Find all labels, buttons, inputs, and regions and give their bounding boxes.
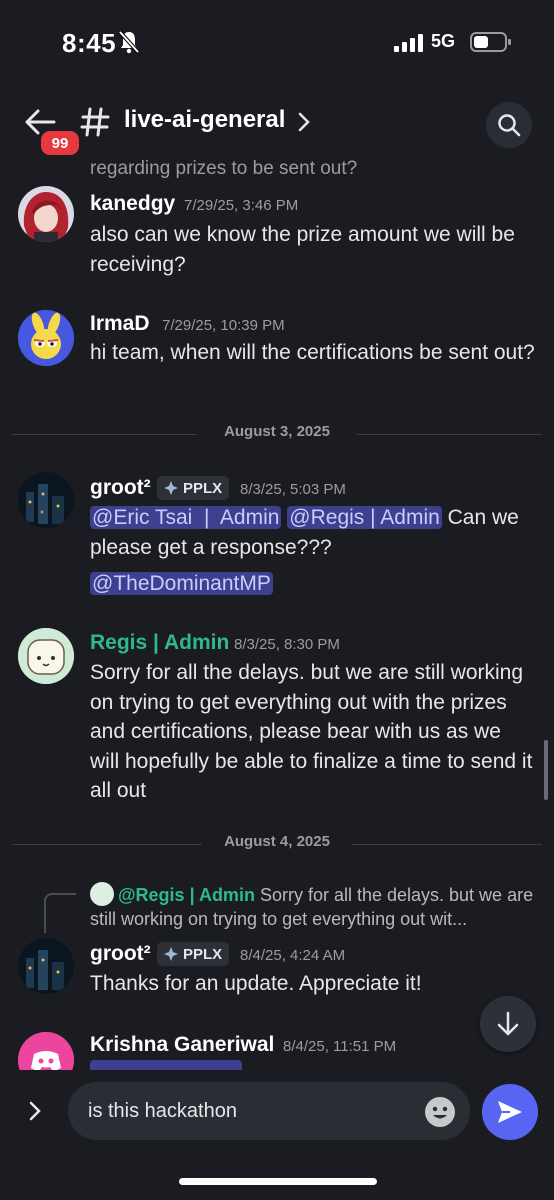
reply-author: @Regis | Admin <box>118 885 255 905</box>
arrow-down-icon <box>497 1011 519 1036</box>
message-text: also can we know the prize amount we wil… <box>90 223 515 276</box>
server-tag-label: PPLX <box>183 945 223 963</box>
chevron-right-icon[interactable] <box>28 1100 42 1122</box>
message-timestamp: 7/29/25, 10:39 PM <box>162 317 285 334</box>
author-name[interactable]: kanedgy <box>90 192 175 216</box>
message-text: @TheDominantMP <box>90 569 535 599</box>
author-name[interactable]: Regis | Admin <box>90 631 229 655</box>
server-tag[interactable]: PPLX <box>157 942 230 966</box>
avatar[interactable] <box>18 1032 74 1070</box>
user-mention[interactable]: @TheDominantMP <box>90 572 273 595</box>
send-icon <box>498 1101 522 1123</box>
night-city-avatar-image <box>18 472 74 528</box>
home-indicator[interactable] <box>179 1178 377 1185</box>
hash-icon <box>80 107 110 137</box>
anime-avatar-image <box>18 186 74 242</box>
channel-name[interactable]: live-ai-general <box>124 106 285 134</box>
avatar[interactable] <box>18 310 74 366</box>
author-name[interactable]: Krishna Ganeriwal <box>90 1033 274 1057</box>
channel-header: 99 live-ai-general <box>0 86 554 158</box>
cute-avatar-image <box>18 628 74 684</box>
avatar[interactable] <box>18 186 74 242</box>
author-name[interactable]: groot² <box>90 942 151 966</box>
user-mention[interactable]: @Eric Tsai | Admin <box>90 506 282 529</box>
avatar[interactable] <box>18 938 74 994</box>
message-text: Sorry for all the delays. but we are sti… <box>90 661 533 802</box>
chevron-right-icon[interactable] <box>298 112 310 132</box>
cut-off-mention <box>90 1060 242 1070</box>
reply-preview[interactable]: @Regis | Admin Sorry for all the delays.… <box>90 882 540 931</box>
pplx-tag-icon <box>164 481 178 495</box>
discord-default-avatar-icon <box>18 1032 74 1070</box>
silent-bell-icon <box>118 30 140 54</box>
scrollbar[interactable] <box>544 740 548 800</box>
user-mention[interactable]: @Regis | Admin <box>287 506 442 529</box>
jump-to-bottom-button[interactable] <box>480 996 536 1052</box>
status-bar: 8:45 5G <box>0 0 554 86</box>
message-text: @Eric Tsai | Admin @Regis | Admin Can we… <box>90 503 535 562</box>
previous-message-text: regarding prizes to be sent out? <box>90 158 358 179</box>
network-type: 5G <box>431 31 456 51</box>
message-timestamp: 8/3/25, 5:03 PM <box>240 481 346 498</box>
night-city-avatar-image <box>18 938 74 994</box>
server-tag[interactable]: PPLX <box>157 476 230 500</box>
reply-connector <box>44 893 76 933</box>
message-input[interactable]: is this hackathon <box>68 1082 470 1140</box>
message-timestamp: 8/3/25, 8:30 PM <box>234 636 340 653</box>
message-text: Thanks for an update. Appreciate it! <box>90 972 422 995</box>
message-text: hi team, when will the certifications be… <box>90 341 535 364</box>
send-button[interactable] <box>482 1084 538 1140</box>
battery-icon <box>470 32 511 52</box>
reply-avatar <box>90 882 114 906</box>
date-divider: August 3, 2025 <box>12 423 542 447</box>
message-list[interactable]: regarding prizes to be sent out? kanedgy… <box>0 158 554 1070</box>
message-timestamp: 7/29/25, 3:46 PM <box>184 197 299 214</box>
avatar[interactable] <box>18 628 74 684</box>
message-timestamp: 8/4/25, 11:51 PM <box>283 1038 397 1055</box>
server-tag-label: PPLX <box>183 479 223 497</box>
author-name[interactable]: IrmaD <box>90 312 150 336</box>
clock: 8:45 <box>62 28 117 58</box>
avatar[interactable] <box>18 472 74 528</box>
date-divider-label: August 3, 2025 <box>224 423 330 440</box>
signal-icon <box>394 34 423 52</box>
pplx-tag-icon <box>164 947 178 961</box>
message-timestamp: 8/4/25, 4:24 AM <box>240 947 346 964</box>
date-divider: August 4, 2025 <box>12 833 542 857</box>
unread-badge: 99 <box>38 128 82 158</box>
search-button[interactable] <box>486 102 532 148</box>
emoji-icon[interactable] <box>424 1096 456 1128</box>
search-icon <box>498 114 521 137</box>
date-divider-label: August 4, 2025 <box>224 833 330 850</box>
cartoon-avatar-image <box>18 310 74 366</box>
author-name[interactable]: groot² <box>90 476 151 500</box>
